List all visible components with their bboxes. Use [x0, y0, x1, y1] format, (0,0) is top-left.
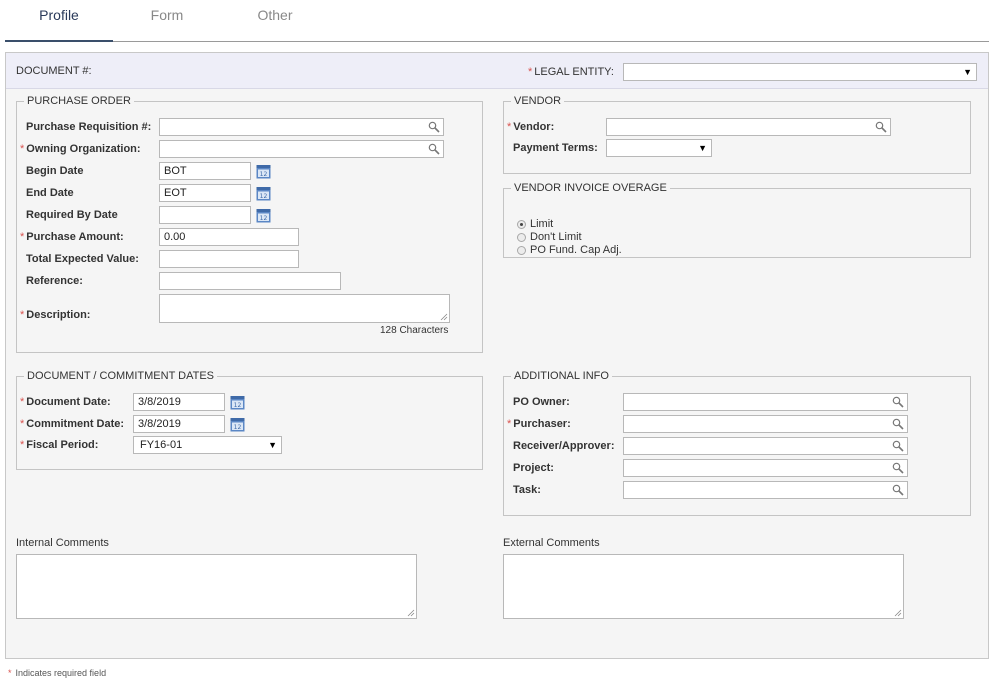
search-icon[interactable]	[892, 484, 904, 496]
purchase-order-legend: PURCHASE ORDER	[27, 95, 131, 107]
external-comments-textarea[interactable]	[503, 554, 904, 619]
description-label: * Description:	[20, 309, 91, 321]
reference-input[interactable]	[159, 272, 341, 290]
reference-label: Reference:	[26, 275, 83, 287]
internal-comments-label: Internal Comments	[16, 537, 109, 549]
search-icon[interactable]	[892, 418, 904, 430]
po-owner-input[interactable]	[623, 393, 908, 411]
search-icon[interactable]	[428, 121, 440, 133]
search-icon[interactable]	[875, 121, 887, 133]
purchaser-input[interactable]	[623, 415, 908, 433]
vendor-input[interactable]	[606, 118, 891, 136]
search-icon[interactable]	[892, 396, 904, 408]
task-label: Task:	[513, 484, 541, 496]
commitment-date-label: * Commitment Date:	[20, 418, 125, 430]
legal-entity-label: * LEGAL ENTITY:	[528, 66, 614, 78]
owning-org-label: * Owning Organization:	[20, 143, 141, 155]
vendor-legend: VENDOR	[514, 95, 562, 107]
purchase-requisition-input[interactable]	[159, 118, 444, 136]
purchaser-label: * Purchaser:	[507, 418, 571, 430]
payment-terms-select[interactable]: ▼	[606, 139, 712, 157]
fiscal-period-select[interactable]: FY16-01 ▼	[133, 436, 282, 454]
description-char-counter: 128 Characters	[380, 325, 449, 336]
search-icon[interactable]	[428, 143, 440, 155]
external-comments-label: External Comments	[503, 537, 600, 549]
purchase-amount-label: * Purchase Amount:	[20, 231, 124, 243]
search-icon[interactable]	[892, 462, 904, 474]
po-owner-label: PO Owner:	[513, 396, 570, 408]
calendar-icon[interactable]: 12	[230, 395, 245, 410]
resize-grip-icon[interactable]	[894, 609, 902, 617]
radio-button[interactable]	[517, 233, 526, 242]
calendar-icon[interactable]: 12	[256, 186, 271, 201]
chevron-down-icon: ▼	[963, 67, 972, 77]
task-input[interactable]	[623, 481, 908, 499]
svg-text:12: 12	[260, 215, 268, 222]
vendor-label: * Vendor:	[507, 121, 555, 133]
description-textarea[interactable]	[159, 294, 450, 323]
required-by-date-input[interactable]	[159, 206, 251, 224]
document-header-bar: DOCUMENT #: * LEGAL ENTITY: ▼	[6, 53, 988, 89]
commitment-date-input[interactable]: 3/8/2019	[133, 415, 225, 433]
search-icon[interactable]	[892, 440, 904, 452]
required-by-date-label: Required By Date	[26, 209, 118, 221]
project-input[interactable]	[623, 459, 908, 477]
internal-comments-textarea[interactable]	[16, 554, 417, 619]
required-marker: *	[8, 668, 12, 678]
project-label: Project:	[513, 462, 554, 474]
purchase-amount-input[interactable]: 0.00	[159, 228, 299, 246]
svg-text:12: 12	[234, 402, 242, 409]
profile-panel: DOCUMENT #: * LEGAL ENTITY: ▼ PURCHASE OR…	[5, 52, 989, 659]
calendar-icon[interactable]: 12	[256, 164, 271, 179]
required-field-note: * Indicates required field	[8, 668, 107, 678]
end-date-label: End Date	[26, 187, 74, 199]
resize-grip-icon[interactable]	[407, 609, 415, 617]
calendar-icon[interactable]: 12	[230, 417, 245, 432]
begin-date-label: Begin Date	[26, 165, 84, 177]
end-date-input[interactable]: EOT	[159, 184, 251, 202]
svg-text:12: 12	[234, 424, 242, 431]
tab-other[interactable]: Other	[221, 0, 329, 42]
chevron-down-icon: ▼	[698, 143, 707, 153]
legal-entity-select[interactable]: ▼	[623, 63, 977, 81]
svg-text:12: 12	[260, 171, 268, 178]
total-expected-value-input[interactable]	[159, 250, 299, 268]
dates-legend: DOCUMENT / COMMITMENT DATES	[27, 370, 214, 382]
resize-grip-icon[interactable]	[440, 313, 448, 321]
payment-terms-label: Payment Terms:	[513, 142, 598, 154]
tab-bar: Profile Form Other	[5, 0, 989, 42]
document-date-label: * Document Date:	[20, 396, 111, 408]
receiver-approver-input[interactable]	[623, 437, 908, 455]
purchase-requisition-label: Purchase Requisition #:	[26, 121, 152, 133]
svg-text:12: 12	[260, 193, 268, 200]
receiver-approver-label: Receiver/Approver:	[513, 440, 615, 452]
radio-button[interactable]	[517, 246, 526, 255]
total-expected-value-label: Total Expected Value:	[26, 253, 139, 265]
tab-profile[interactable]: Profile	[5, 0, 113, 42]
fiscal-period-label: * Fiscal Period:	[20, 439, 99, 451]
tab-form[interactable]: Form	[113, 0, 221, 42]
vendor-invoice-overage-section: VENDOR INVOICE OVERAGE Limit Don't Limit…	[503, 182, 971, 258]
calendar-icon[interactable]: 12	[256, 208, 271, 223]
chevron-down-icon: ▼	[268, 440, 277, 450]
radio-button[interactable]	[517, 220, 526, 229]
begin-date-input[interactable]: BOT	[159, 162, 251, 180]
document-number-label: DOCUMENT #:	[16, 65, 92, 77]
additional-info-legend: ADDITIONAL INFO	[514, 370, 609, 382]
owning-org-input[interactable]	[159, 140, 444, 158]
document-date-input[interactable]: 3/8/2019	[133, 393, 225, 411]
vendor-invoice-overage-legend: VENDOR INVOICE OVERAGE	[514, 182, 667, 194]
